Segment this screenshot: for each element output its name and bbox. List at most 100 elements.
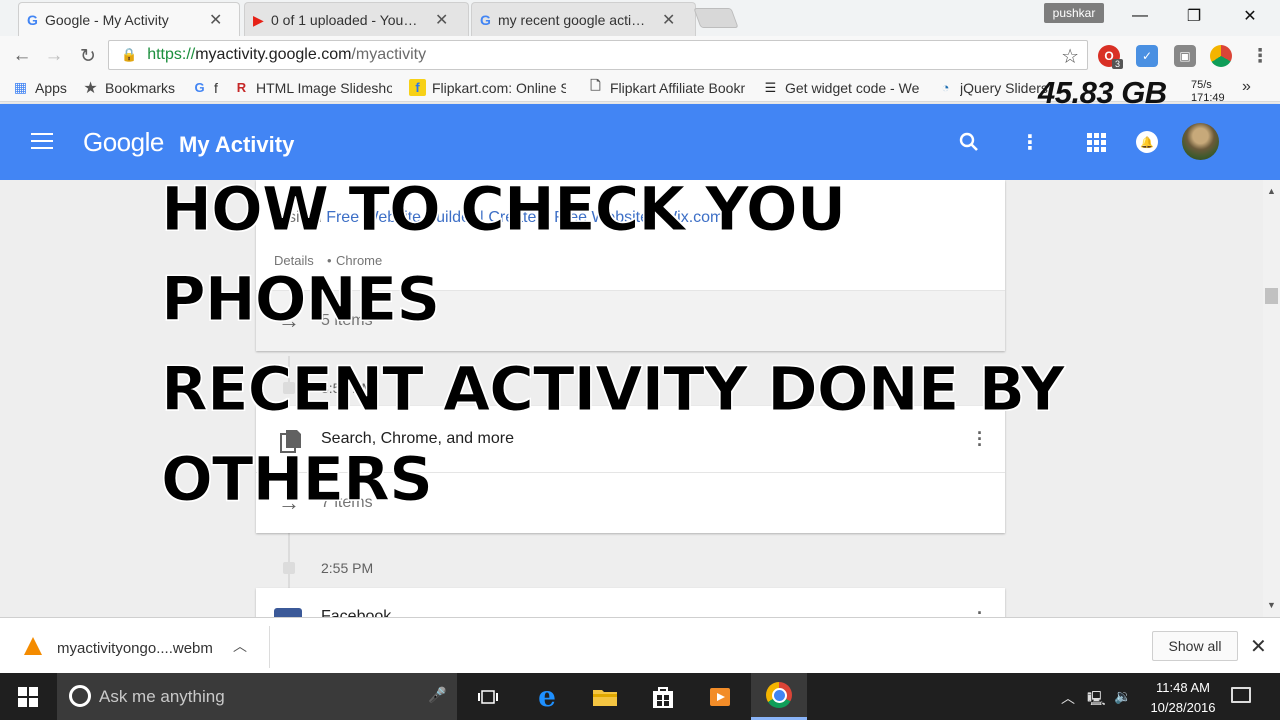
apps-grid-icon: ▦ — [13, 79, 28, 95]
more-options-icon[interactable]: ⋮ — [1018, 130, 1042, 154]
store-icon[interactable] — [635, 673, 691, 720]
color-picker-extension-icon[interactable] — [1210, 45, 1232, 67]
tab-strip: G Google - My Activity ✕ ▶ 0 of 1 upload… — [0, 0, 1280, 36]
search-icon[interactable] — [957, 130, 981, 154]
close-shelf-icon[interactable]: ✕ — [1250, 634, 1267, 659]
widget-icon: ☰ — [764, 79, 777, 95]
cortana-icon — [69, 685, 91, 707]
system-clock[interactable]: 11:48 AM 10/28/2016 — [1140, 678, 1226, 718]
google-apps-icon[interactable] — [1084, 130, 1108, 154]
clock-time: 11:48 AM — [1156, 680, 1210, 695]
tab-label: 0 of 1 uploaded - YouTube — [271, 11, 421, 28]
windows-start-icon[interactable] — [18, 687, 38, 707]
show-all-button[interactable]: Show all — [1152, 631, 1238, 661]
bookmark-label: Flipkart Affiliate Bookmarklet — [610, 79, 745, 96]
bookmark-label: HTML Image Slideshow — [256, 79, 392, 96]
bookmark-bookmarks[interactable]: ★ Bookmarks — [82, 79, 176, 97]
time-label: 2:55 PM — [321, 560, 374, 576]
close-tab-icon[interactable]: ✕ — [209, 10, 222, 30]
bookmark-apps[interactable]: ▦ Apps — [12, 79, 67, 96]
secure-lock-icon: 🔒 — [121, 47, 138, 62]
bookmark-html-slideshow[interactable]: R HTML Image Slideshow — [233, 79, 392, 96]
r-logo-icon: R — [236, 80, 247, 95]
tab-google-my-activity[interactable]: G Google - My Activity ✕ — [18, 2, 240, 36]
minimize-icon[interactable]: — — [1120, 4, 1160, 28]
back-arrow-icon[interactable]: ← — [10, 44, 34, 68]
url-path: /myactivity — [351, 46, 427, 63]
more-bookmarks-icon[interactable]: » — [1242, 78, 1251, 96]
windows-taskbar: Ask me anything 🎤 e ︿ 🖳 🔉 11:48 AM 10/28… — [0, 673, 1280, 720]
chevron-up-icon[interactable]: ︿ — [233, 636, 247, 656]
cortana-search-box[interactable]: Ask me anything 🎤 — [57, 673, 457, 720]
bookmark-label: Flipkart.com: Online Shopping — [432, 79, 566, 96]
bookmark-google-f[interactable]: G f — [191, 79, 217, 96]
menu-icon[interactable] — [31, 133, 53, 149]
tab-youtube-upload[interactable]: ▶ 0 of 1 uploaded - YouTube ✕ — [244, 2, 469, 36]
flipkart-icon: f — [409, 79, 426, 96]
action-center-icon[interactable] — [1231, 687, 1251, 703]
close-tab-icon[interactable]: ✕ — [435, 10, 448, 30]
activity-title: Facebook — [321, 608, 392, 617]
caption-line: OTHERS — [161, 444, 434, 516]
restore-icon[interactable]: ❐ — [1174, 4, 1214, 28]
timeline-dot — [283, 562, 295, 574]
page-scrollbar[interactable]: ▲ ▼ — [1263, 180, 1280, 617]
close-tab-icon[interactable]: ✕ — [662, 10, 675, 30]
bookmark-label: Apps — [35, 79, 67, 96]
jquery-icon: ◔ — [941, 80, 950, 95]
tab-search-recent-activity[interactable]: G my recent google activity ✕ — [471, 2, 696, 36]
new-tab-button[interactable] — [693, 8, 739, 28]
url-host: myactivity.google.com — [195, 46, 352, 63]
close-window-icon[interactable]: ✕ — [1230, 4, 1270, 28]
scroll-down-icon[interactable]: ▼ — [1267, 600, 1276, 610]
network-icon[interactable]: 🖳 — [1087, 688, 1106, 712]
google-icon: G — [194, 80, 205, 95]
bookmark-label: Get widget code - Web — [785, 79, 920, 96]
url-scheme: https:// — [147, 46, 196, 63]
scroll-thumb[interactable] — [1265, 288, 1278, 304]
youtube-favicon-icon: ▶ — [253, 12, 264, 28]
rate-overlay: 75/s — [1191, 79, 1212, 91]
shelf-divider — [269, 626, 270, 668]
bookmark-label: Bookmarks — [105, 79, 176, 96]
chrome-menu-icon[interactable]: ⋮ — [1248, 44, 1272, 68]
google-favicon-icon: G — [480, 12, 491, 28]
address-bar[interactable]: 🔒 https:// myactivity.google.com /myacti… — [108, 40, 1088, 70]
bookmark-star-icon[interactable]: ☆ — [1061, 44, 1079, 69]
card-menu-icon[interactable]: ··· — [977, 604, 983, 617]
tab-label: Google - My Activity — [45, 11, 169, 28]
download-shelf: myactivityongo....webm ︿ Show all ✕ — [0, 617, 1280, 673]
file-explorer-icon[interactable] — [577, 673, 633, 720]
forward-arrow-icon[interactable]: → — [42, 44, 66, 68]
bookmark-widget-code[interactable]: ☰ Get widget code - Web — [762, 79, 920, 96]
check-extension-icon[interactable]: ✓ — [1136, 45, 1158, 67]
task-view-icon[interactable] — [460, 673, 516, 720]
profile-button[interactable]: pushkar — [1044, 3, 1104, 23]
show-hidden-icons-icon[interactable]: ︿ — [1061, 688, 1075, 708]
chrome-taskbar-icon[interactable] — [751, 673, 807, 720]
page-title: My Activity — [179, 132, 295, 157]
caption-line: HOW TO CHECK YOU PHONES — [161, 174, 847, 336]
shield-extension-icon[interactable]: ▣ — [1174, 45, 1196, 67]
edge-browser-icon[interactable]: e — [519, 673, 575, 720]
reload-icon[interactable]: ↻ — [76, 44, 100, 68]
extension-badge: 3 — [1112, 59, 1124, 69]
microphone-icon[interactable]: 🎤 — [428, 686, 447, 704]
star-icon: ★ — [83, 79, 98, 97]
activity-card-facebook: ··· Facebook — [256, 588, 1005, 617]
google-logo[interactable]: Google — [83, 127, 164, 158]
video-caption-overlay: HOW TO CHECK YOU PHONES RECENT ACTIVITY … — [161, 165, 1121, 525]
rate-overlay: 171:49 — [1191, 92, 1225, 104]
volume-icon[interactable]: 🔉 — [1114, 688, 1131, 705]
media-player-icon[interactable] — [692, 673, 748, 720]
account-avatar[interactable] — [1182, 123, 1219, 160]
download-file-name[interactable]: myactivityongo....webm — [57, 640, 213, 657]
scroll-up-icon[interactable]: ▲ — [1267, 186, 1276, 196]
search-placeholder: Ask me anything — [99, 687, 225, 706]
notifications-bell-icon[interactable]: 🔔 — [1135, 130, 1159, 154]
facebook-icon — [274, 608, 302, 617]
bookmark-flipkart-affiliate[interactable]: 🗋 Flipkart Affiliate Bookmarklet — [587, 78, 745, 96]
tab-label: my recent google activity — [498, 11, 648, 28]
browser-toolbar: ← → ↻ 🔒 https:// myactivity.google.com /… — [0, 36, 1280, 74]
bookmark-flipkart[interactable]: f Flipkart.com: Online Shopping — [409, 79, 566, 96]
